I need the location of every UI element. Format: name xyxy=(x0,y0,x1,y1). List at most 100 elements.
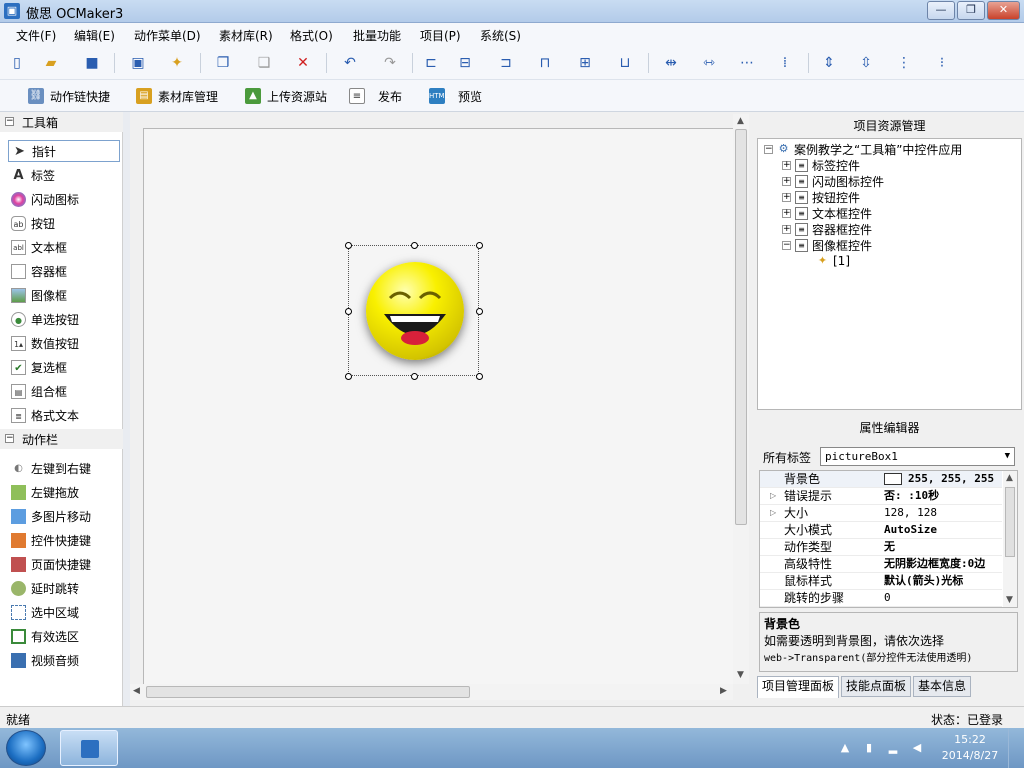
resize-handle[interactable] xyxy=(345,242,352,249)
expand-icon[interactable]: + xyxy=(782,192,791,202)
horizontal-spacing-icon[interactable]: ⇿ xyxy=(700,54,718,72)
tool-radio[interactable]: ● 单选按钮 xyxy=(8,308,120,330)
puzzle-icon[interactable]: ✦ xyxy=(168,54,186,72)
upload-button[interactable]: ▲ 上传资源站 xyxy=(245,87,327,105)
network-icon[interactable]: ▂ xyxy=(886,741,900,755)
property-row[interactable]: 背景色 255, 255, 255 xyxy=(760,471,1002,488)
scroll-thumb[interactable] xyxy=(146,686,470,698)
show-hidden-icons-icon[interactable]: ▲ xyxy=(838,741,852,755)
action-multi-image-move[interactable]: 多图片移动 xyxy=(8,505,120,527)
tab-skill-points[interactable]: 技能点面板 xyxy=(841,676,912,697)
tree-root[interactable]: − ⚙ 案例教学之“工具箱”中控件应用 xyxy=(764,141,962,157)
tab-project-management[interactable]: 项目管理面板 xyxy=(757,676,840,698)
property-row[interactable]: 大小模式 AutoSize xyxy=(760,522,1002,539)
tree-node[interactable]: + ≡ 文本框控件 xyxy=(782,205,872,221)
property-row[interactable]: ▷ 错误提示 否: :10秒 xyxy=(760,488,1002,505)
volume-icon[interactable]: ◀ xyxy=(910,741,924,755)
tool-numeric[interactable]: 1▴ 数值按钮 xyxy=(8,332,120,354)
tree-node[interactable]: + ≡ 闪动图标控件 xyxy=(782,173,884,189)
tool-image[interactable]: 图像框 xyxy=(8,284,120,306)
property-row[interactable]: 鼠标样式 默认(箭头)光标 xyxy=(760,573,1002,590)
tool-combobox[interactable]: ▤ 组合框 xyxy=(8,380,120,402)
same-height-icon[interactable]: ⇕ xyxy=(820,54,838,72)
redo-icon[interactable]: ↷ xyxy=(381,54,399,72)
collapse-icon[interactable]: − xyxy=(782,240,791,250)
new-file-icon[interactable]: ▯ xyxy=(8,54,26,72)
expand-icon[interactable]: ▷ xyxy=(770,488,776,504)
tree-node[interactable]: + ≡ 容器框控件 xyxy=(782,221,872,237)
expand-icon[interactable]: + xyxy=(782,224,791,234)
property-row[interactable]: ▷ 大小 128, 128 xyxy=(760,505,1002,522)
resize-handle[interactable] xyxy=(345,308,352,315)
property-row[interactable]: 动作类型 无 xyxy=(760,539,1002,556)
expand-icon[interactable]: + xyxy=(782,160,791,170)
tool-pointer[interactable]: ➤ 指针 xyxy=(8,140,120,162)
scroll-thumb[interactable] xyxy=(1005,487,1015,557)
scroll-right-icon[interactable]: ▶ xyxy=(720,686,727,696)
align-top-icon[interactable]: ⊓ xyxy=(536,54,554,72)
delete-icon[interactable]: ✕ xyxy=(294,54,312,72)
align-bottom-icon[interactable]: ⊔ xyxy=(616,54,634,72)
show-desktop-button[interactable] xyxy=(1008,728,1024,768)
scroll-down-icon[interactable]: ▼ xyxy=(737,670,744,680)
menu-edit[interactable]: 编辑(E) xyxy=(74,27,115,44)
device-icon[interactable]: ▮ xyxy=(862,741,876,755)
tab-basic-info[interactable]: 基本信息 xyxy=(913,676,972,697)
horizontal-remove-icon[interactable]: ⁞ xyxy=(776,54,794,72)
resize-handle[interactable] xyxy=(476,373,483,380)
copy-icon[interactable]: ❐ xyxy=(214,54,232,72)
smiley-face-image[interactable] xyxy=(366,262,464,360)
expand-icon[interactable]: + xyxy=(782,176,791,186)
resize-handle[interactable] xyxy=(411,373,418,380)
action-valid-area[interactable]: 有效选区 xyxy=(8,625,120,647)
menu-format[interactable]: 格式(O) xyxy=(290,27,333,44)
tree-node[interactable]: + ≡ 按钮控件 xyxy=(782,189,860,205)
menu-material[interactable]: 素材库(R) xyxy=(219,27,273,44)
canvas-horizontal-scrollbar[interactable]: ◀ ▶ xyxy=(130,684,733,700)
action-drag-drop[interactable]: 左键拖放 xyxy=(8,481,120,503)
vertical-spacing-icon[interactable]: ⇳ xyxy=(857,54,875,72)
menu-action[interactable]: 动作菜单(D) xyxy=(134,27,201,44)
object-selector[interactable]: pictureBox1 ▼ xyxy=(820,447,1015,466)
align-center-icon[interactable]: ⊟ xyxy=(456,54,474,72)
resize-handle[interactable] xyxy=(476,308,483,315)
expand-icon[interactable]: + xyxy=(782,208,791,218)
scroll-up-icon[interactable]: ▲ xyxy=(1006,473,1013,483)
vertical-remove-icon[interactable]: ⁝ xyxy=(933,54,951,72)
scroll-left-icon[interactable]: ◀ xyxy=(133,686,140,696)
design-canvas[interactable] xyxy=(143,128,733,694)
taskbar-app-ocmaker[interactable] xyxy=(60,730,118,766)
open-folder-icon[interactable]: ▰ xyxy=(42,54,60,72)
action-delay-jump[interactable]: 延时跳转 xyxy=(8,577,120,599)
tool-richtext[interactable]: ≣ 格式文本 xyxy=(8,404,120,426)
menu-system[interactable]: 系统(S) xyxy=(480,27,521,44)
canvas-vertical-scrollbar[interactable]: ▲ ▼ xyxy=(733,114,749,684)
menu-file[interactable]: 文件(F) xyxy=(16,27,56,44)
panel-splitter[interactable] xyxy=(123,112,130,706)
page-icon[interactable]: ▣ xyxy=(129,54,147,72)
tool-textbox[interactable]: abl 文本框 xyxy=(8,236,120,258)
publish-button[interactable]: ≡ 发布 xyxy=(349,87,402,105)
preview-button[interactable]: HTML 预览 xyxy=(429,87,482,105)
tool-label-control[interactable]: A 标签 xyxy=(8,164,120,186)
vertical-equal-icon[interactable]: ⋮ xyxy=(895,54,913,72)
action-chain-button[interactable]: ⛓ 动作链快捷 xyxy=(28,87,110,105)
collapse-icon[interactable]: − xyxy=(764,144,773,154)
property-scrollbar[interactable]: ▲ ▼ xyxy=(1003,471,1017,607)
resize-handle[interactable] xyxy=(345,373,352,380)
action-left-to-right[interactable]: ◐ 左键到右键 xyxy=(8,457,120,479)
minimize-button[interactable]: — xyxy=(927,1,955,20)
save-icon[interactable]: ■ xyxy=(83,54,101,72)
property-row[interactable]: 跳转的步骤 0 xyxy=(760,590,1002,607)
actions-header[interactable]: − 动作栏 xyxy=(0,429,123,449)
action-select-area[interactable]: 选中区域 xyxy=(8,601,120,623)
system-clock[interactable]: 15:22 2014/8/27 xyxy=(938,732,1002,764)
scroll-thumb[interactable] xyxy=(735,129,747,525)
start-button[interactable] xyxy=(6,730,46,766)
tree-leaf[interactable]: ✦ [1] xyxy=(816,253,850,269)
same-width-icon[interactable]: ⇹ xyxy=(662,54,680,72)
resize-handle[interactable] xyxy=(411,242,418,249)
collapse-icon[interactable]: − xyxy=(5,434,14,443)
align-middle-icon[interactable]: ⊞ xyxy=(576,54,594,72)
tree-node[interactable]: − ≡ 图像框控件 xyxy=(782,237,872,253)
